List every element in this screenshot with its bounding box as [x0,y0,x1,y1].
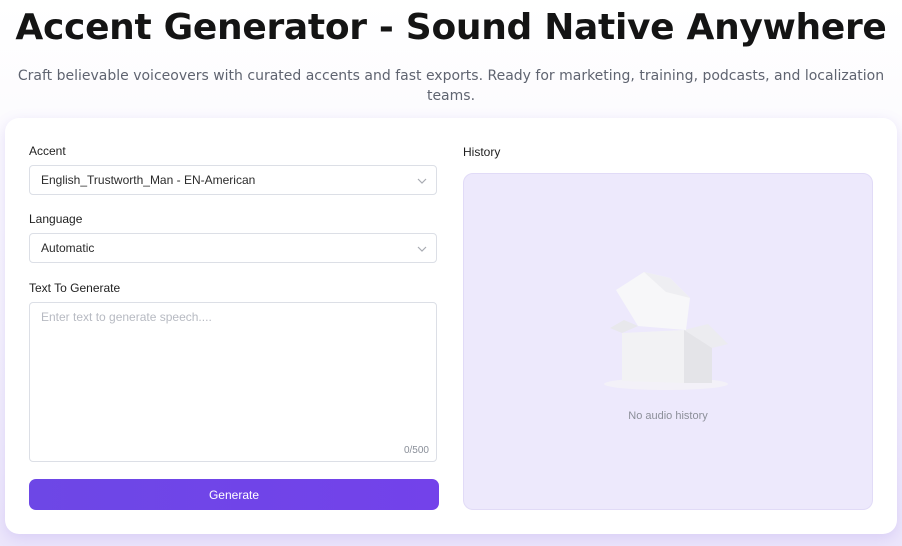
language-label: Language [29,212,83,226]
generate-button[interactable]: Generate [29,479,439,510]
language-select-value: Automatic [41,241,95,255]
accent-select[interactable]: English_Trustworth_Man - EN-American [29,165,437,195]
accent-label: Accent [29,144,66,158]
page-subtitle: Craft believable voiceovers with curated… [17,68,885,104]
history-panel: No audio history [463,173,873,510]
language-select[interactable]: Automatic [29,233,437,263]
text-to-generate-label: Text To Generate [29,281,121,295]
chevron-down-icon [417,246,427,252]
empty-box-icon [604,272,728,390]
page-title: Accent Generator - Sound Native Anywhere [15,7,887,48]
generator-card: Accent English_Trustworth_Man - EN-Ameri… [5,118,897,534]
history-title: History [463,145,501,159]
empty-history-text: No audio history [628,410,708,422]
text-input-wrapper: 0/500 [29,302,437,462]
text-input[interactable] [30,303,436,461]
accent-select-value: English_Trustworth_Man - EN-American [41,173,256,187]
chevron-down-icon [417,178,427,184]
char-counter: 0/500 [403,445,429,456]
